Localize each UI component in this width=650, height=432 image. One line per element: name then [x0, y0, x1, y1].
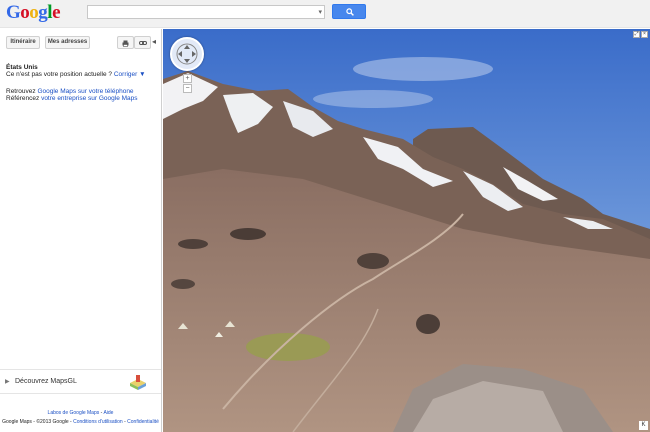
fullscreen-icon[interactable]: ⤢ — [633, 31, 640, 38]
location-question: Ce n'est pas votre position actuelle ? C… — [6, 71, 146, 78]
search-icon — [346, 8, 354, 16]
mapsgl-label: Découvrez MapsGL — [15, 378, 77, 385]
expand-arrow-icon: ▶ — [5, 379, 10, 385]
collapse-panel-icon[interactable]: ◂ — [152, 37, 156, 46]
footer-separator-2: - — [124, 419, 126, 425]
labs-link[interactable]: Labos de Google Maps — [48, 410, 100, 416]
link-button[interactable] — [134, 36, 151, 49]
logo-letter: o — [20, 2, 30, 23]
terms-link[interactable]: Conditions d'utilisation — [73, 419, 123, 425]
footer-links: Labos de Google Maps - Aide — [0, 410, 161, 416]
business-promo-link[interactable]: votre entreprise sur Google Maps — [41, 95, 137, 102]
copyright-text: Google Maps - ©2013 Google - — [2, 419, 72, 425]
mapsgl-icon — [130, 375, 146, 390]
logo-letter: o — [29, 2, 39, 23]
mobile-promo-prefix: Retrouvez — [6, 88, 36, 95]
logo-letter: g — [38, 2, 48, 23]
link-icon — [138, 41, 147, 45]
location-title: États Unis — [6, 64, 38, 71]
logo-letter: G — [6, 2, 21, 23]
mobile-promo: Retrouvez Google Maps sur votre téléphon… — [6, 88, 134, 95]
mobile-promo-link[interactable]: Google Maps sur votre téléphone — [37, 88, 133, 95]
privacy-link[interactable]: Confidentialité — [127, 419, 159, 425]
print-icon — [122, 40, 129, 47]
print-button[interactable] — [117, 36, 134, 49]
pan-control[interactable] — [170, 37, 204, 71]
street-view-panorama[interactable]: + − ⤢ × K — [163, 29, 650, 432]
view-controls: ⤢ × — [632, 30, 648, 38]
mountain-panorama-image[interactable] — [163, 29, 650, 432]
mapsgl-promo[interactable]: ▶ Découvrez MapsGL — [0, 369, 161, 394]
zoom-in-button[interactable]: + — [183, 74, 192, 83]
correct-location-link[interactable]: Corriger ▼ — [114, 71, 146, 78]
logo-letter: e — [52, 2, 60, 23]
close-icon[interactable]: × — [641, 31, 648, 38]
left-panel: Itinéraire Mes adresses ◂ États Unis Ce … — [0, 29, 162, 432]
google-logo[interactable]: Google — [6, 2, 60, 24]
zoom-out-button[interactable]: − — [183, 84, 192, 93]
search-input[interactable]: ▾ — [87, 5, 325, 19]
footer-legal: Google Maps - ©2013 Google - Conditions … — [0, 419, 161, 425]
location-question-text: Ce n'est pas votre position actuelle ? — [6, 71, 113, 78]
business-promo-prefix: Référencez — [6, 95, 40, 102]
search-dropdown-icon[interactable]: ▾ — [318, 8, 322, 16]
compass-arrows-icon — [176, 43, 198, 65]
my-places-button[interactable]: Mes adresses — [45, 36, 90, 49]
itinerary-button[interactable]: Itinéraire — [6, 36, 40, 49]
help-link[interactable]: Aide — [103, 410, 113, 416]
search-button[interactable] — [332, 4, 366, 19]
business-promo: Référencez votre entreprise sur Google M… — [6, 95, 138, 102]
account-area — [532, 8, 642, 16]
exit-street-view-button[interactable]: K — [639, 421, 648, 430]
top-bar: Google ▾ — [0, 0, 650, 28]
